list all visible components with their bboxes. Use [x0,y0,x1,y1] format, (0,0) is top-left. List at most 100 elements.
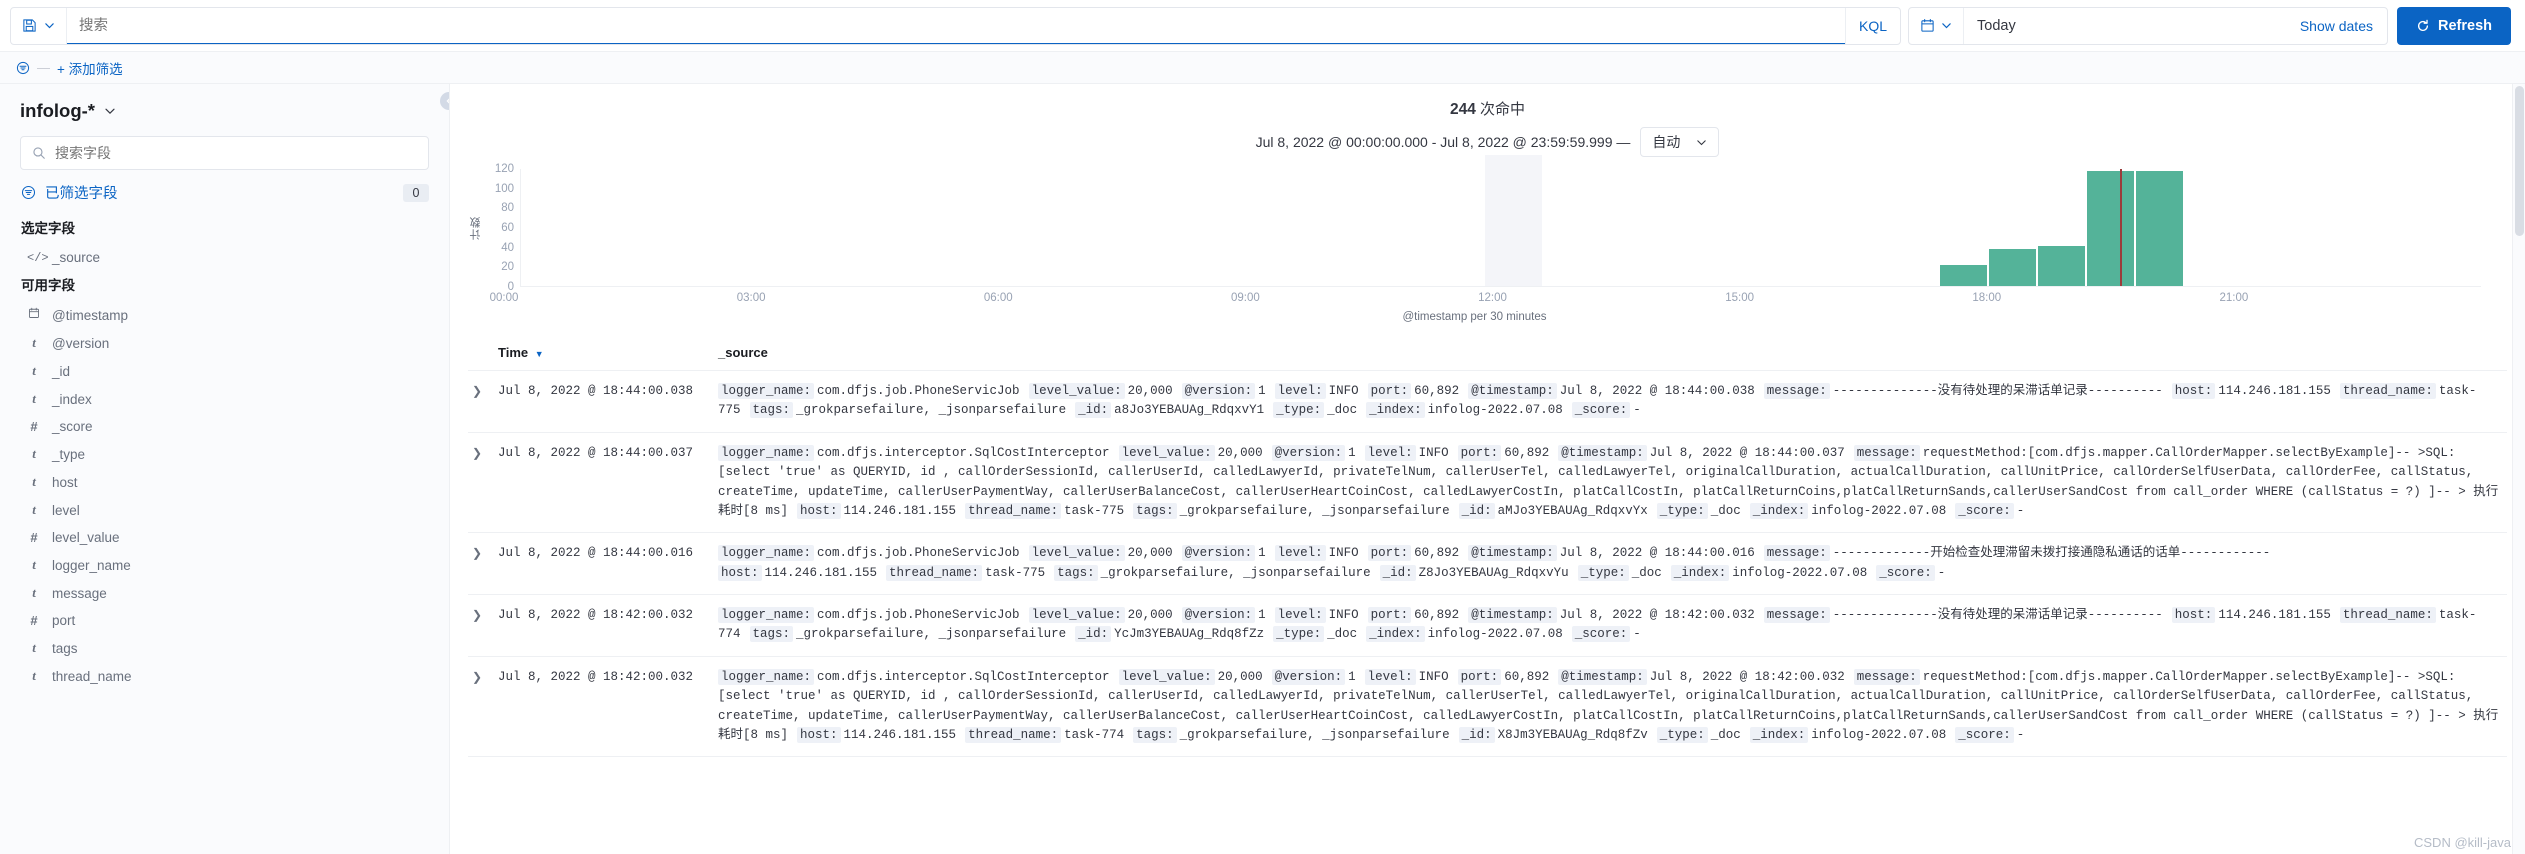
source-field-key: _type: [1273,626,1325,643]
documents-table: Time ▼ _source ❯ Jul 8, 2022 @ 18:44:00.… [468,337,2507,757]
histogram-chart[interactable]: 计数 120 100 80 60 40 20 0 00:00 03:00 06:… [450,155,2525,337]
histogram-bar[interactable] [1940,264,1988,286]
saved-query-button[interactable] [11,7,67,44]
source-field-value: Jul 8, 2022 @ 18:44:00.037 [1649,445,1845,460]
page-scrollbar[interactable] [2512,84,2525,854]
source-field-key: _score: [1876,564,1935,581]
available-fields-list: @timestamp t @version t _id t _index # _… [0,301,449,690]
field-item-level[interactable]: t level [0,496,449,524]
table-row[interactable]: ❯ Jul 8, 2022 @ 18:42:00.032 logger_name… [468,595,2507,657]
field-item-tags[interactable]: t tags [0,634,449,662]
histogram-bar[interactable] [2136,171,2184,286]
field-item-host[interactable]: t host [0,468,449,496]
field-name: @version [52,335,110,351]
field-item-type[interactable]: t _type [0,440,449,468]
source-field-key: logger_name: [718,444,815,461]
row-time: Jul 8, 2022 @ 18:42:00.032 [498,669,694,684]
expand-row-button[interactable]: ❯ [468,656,494,757]
expand-row-button[interactable]: ❯ [468,533,494,595]
y-tick: 60 [501,222,514,234]
source-field-value: 60,892 [1414,608,1460,622]
date-range-value[interactable]: Today [1964,18,2286,34]
row-time: Jul 8, 2022 @ 18:44:00.038 [498,384,694,398]
source-field-value: 20,000 [1127,608,1173,622]
filter-icon[interactable] [16,61,30,75]
field-item-score[interactable]: # _score [0,413,449,440]
field-name: _index [52,391,92,407]
source-field-key: thread_name: [965,726,1062,743]
index-pattern-selector[interactable]: infolog-* [0,96,449,126]
filtered-fields-button[interactable]: 已筛选字段 0 [0,170,449,214]
source-field-value: com.dfjs.interceptor.SqlCostInterceptor [817,669,1110,684]
source-field-value: - [1633,627,1641,642]
histogram-bar[interactable] [2087,171,2135,286]
y-tick: 100 [494,182,514,195]
date-quick-select-button[interactable] [1909,7,1964,44]
field-item-logger_name[interactable]: t logger_name [0,551,449,579]
source-field-key: _index: [1749,502,1809,519]
refresh-button[interactable]: Refresh [2397,6,2511,45]
source-field-key: port: [1367,607,1412,623]
field-item-level_value[interactable]: # level_value [0,524,449,551]
table-row[interactable]: ❯ Jul 8, 2022 @ 18:42:00.032 logger_name… [468,656,2507,757]
sort-desc-icon: ▼ [534,349,544,359]
expand-row-button[interactable]: ❯ [468,371,494,433]
expand-row-button[interactable]: ❯ [468,595,494,657]
add-filter-button[interactable]: + 添加筛选 [57,58,123,78]
field-name: @timestamp [52,307,128,323]
source-field-value: 20,000 [1217,445,1263,460]
source-field-value: _doc [1327,403,1358,418]
x-tick: 06:00 [983,292,1013,304]
string-type-icon: t [32,363,36,378]
save-icon [22,18,37,33]
field-item-port[interactable]: # port [0,607,449,634]
x-tick: 12:00 [1478,292,1507,304]
x-tick: 15:00 [1725,292,1755,304]
source-field-value: X8Jm3YEBAUAg_Rdq8fZv [1497,727,1648,742]
field-item-id[interactable]: t _id [0,357,449,385]
query-language-button[interactable]: KQL [1844,7,1900,44]
chart-plot-area[interactable] [520,155,2481,287]
field-name: _source [52,250,101,265]
field-sidebar: infolog-* 已筛选字段 0 [0,84,450,854]
field-item-index[interactable]: t _index [0,385,449,413]
source-field-value: 60,892 [1414,384,1460,398]
expand-row-button[interactable]: ❯ [468,432,494,533]
source-field-key: port: [1367,545,1412,562]
source-field-key: thread_name: [2339,607,2436,623]
search-input[interactable] [67,7,1845,44]
chart-plot-row: 计数 120 100 80 60 40 20 0 [468,155,2481,293]
chevron-down-icon [1941,20,1952,31]
string-type-icon: t [32,391,36,406]
table-row[interactable]: ❯ Jul 8, 2022 @ 18:44:00.037 logger_name… [468,432,2507,533]
field-search-input[interactable] [55,145,417,161]
source-field-key: message: [1763,545,1830,562]
histogram-bar[interactable] [2038,246,2086,286]
field-item-version[interactable]: t @version [0,329,449,357]
number-type-icon: # [30,530,38,545]
source-field-value: infolog-2022.07.08 [1732,565,1868,580]
field-item-thread_name[interactable]: t thread_name [0,662,449,690]
scrollbar-thumb[interactable] [2515,86,2524,236]
source-field-value: 60,892 [1504,669,1550,684]
field-item-message[interactable]: t message [0,579,449,607]
source-field-key: _type: [1273,402,1325,419]
time-column-header[interactable]: Time ▼ [494,337,714,371]
table-row[interactable]: ❯ Jul 8, 2022 @ 18:44:00.038 logger_name… [468,371,2507,433]
interval-select[interactable]: 自动 [1640,127,1720,157]
number-type-icon: # [30,419,38,434]
row-source: logger_name: com.dfjs.job.PhoneServicJob l… [714,371,2507,433]
query-bar: KQL Today Show dates Refresh [0,0,2525,52]
source-field-value: 114.246.181.155 [2218,608,2331,622]
row-source: logger_name: com.dfjs.interceptor.SqlCost… [714,432,2507,533]
source-field-key: message: [1763,383,1830,399]
source-field-key: message: [1763,607,1830,623]
x-tick: 09:00 [1230,292,1260,304]
field-item-timestamp[interactable]: @timestamp [0,301,449,329]
field-item-_source[interactable]: </> _source [0,244,449,271]
histogram-bar[interactable] [1989,248,2037,286]
source-field-key: _type: [1577,564,1629,581]
row-time: Jul 8, 2022 @ 18:42:00.032 [498,608,694,622]
show-dates-button[interactable]: Show dates [2286,18,2387,34]
table-row[interactable]: ❯ Jul 8, 2022 @ 18:44:00.016 logger_name… [468,533,2507,595]
